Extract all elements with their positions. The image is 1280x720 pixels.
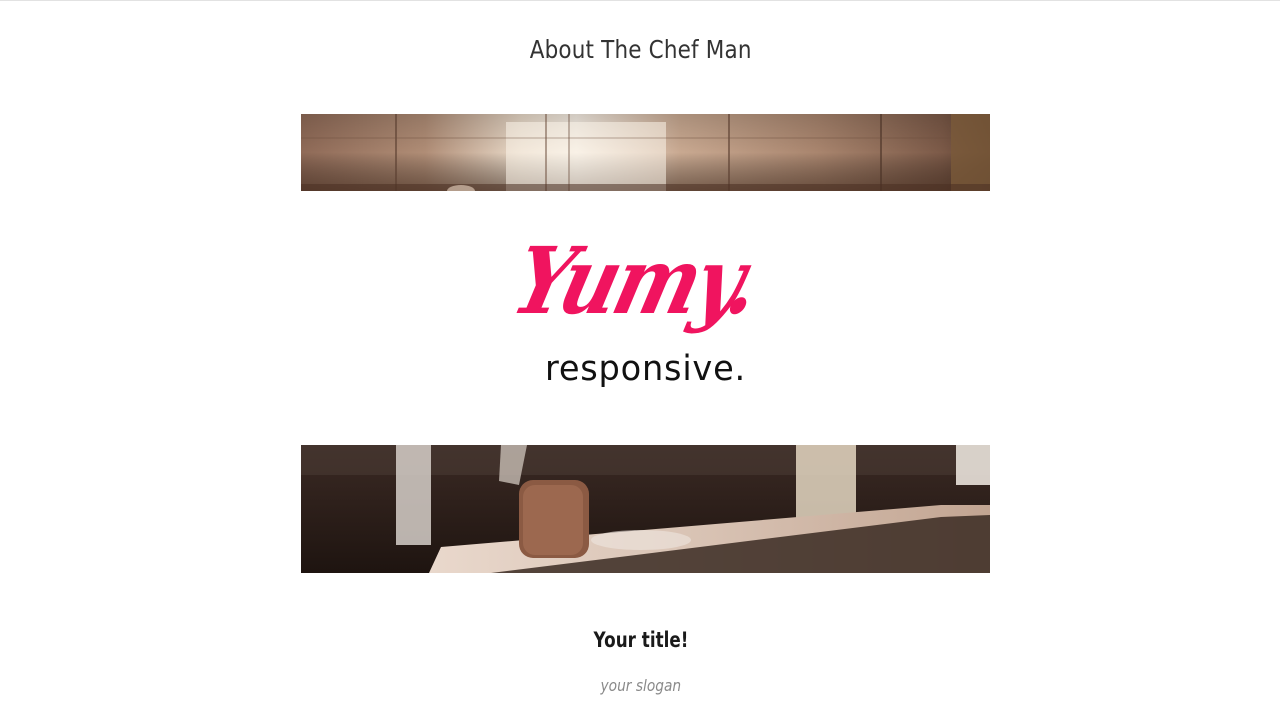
page-heading: About The Chef Man: [529, 35, 752, 64]
kitchen-photo-bottom: [301, 445, 990, 573]
section-title: Your title!: [593, 628, 689, 652]
logo-subtitle: responsive.: [545, 349, 746, 389]
yumy-logo: Yumy. responsive.: [0, 221, 1280, 421]
kitchen-photo-top: [301, 114, 990, 191]
page: About The Chef Man Yumy. responsive. You…: [0, 0, 1280, 720]
section-slogan: your slogan: [600, 676, 682, 695]
logo-script-text: Yumy.: [503, 227, 769, 335]
